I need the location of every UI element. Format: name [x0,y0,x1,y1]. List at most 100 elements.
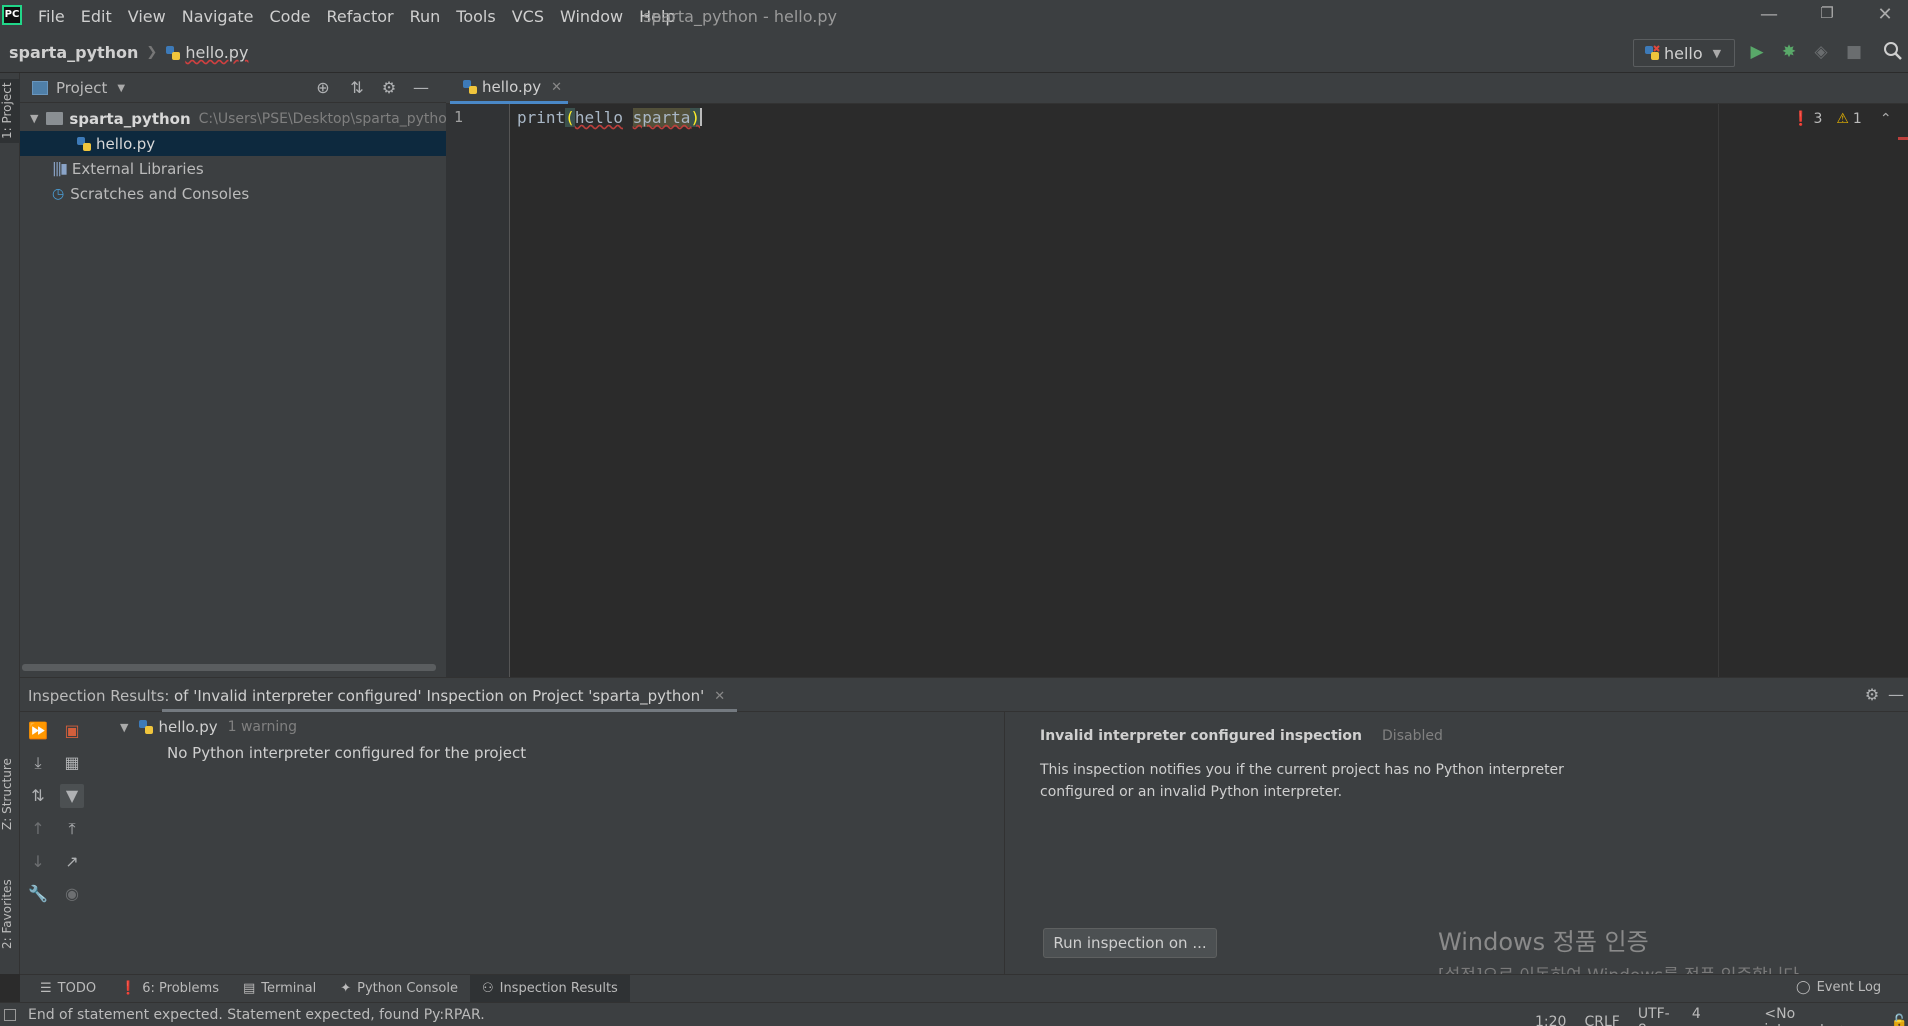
lightbulb-icon[interactable]: ◉ [60,882,84,906]
problems-tab-label: 6: Problems [142,981,219,996]
group-by-icon[interactable]: ▦ [60,751,84,775]
favorites-tool-tab[interactable]: 2: Favorites [0,869,20,959]
stop-icon[interactable]: ■ [1843,42,1865,64]
next-problem-icon[interactable]: ↓ [26,850,50,874]
python-console-tab[interactable]: ✦ Python Console [328,975,470,1003]
folder-icon [46,112,64,125]
menu-tools[interactable]: Tools [456,7,495,26]
chevron-down-icon[interactable]: ▼ [120,721,128,734]
inspection-panel-label: Inspection Results: [28,687,170,705]
terminal-tab[interactable]: ▤ Terminal [231,975,328,1003]
status-message: End of statement expected. Statement exp… [28,1006,485,1023]
project-tool-tab[interactable]: 1: Project [0,79,20,143]
export-icon[interactable]: ⤒ [60,817,84,841]
event-log-icon: ◯ [1796,980,1811,995]
breadcrumb-project[interactable]: sparta_python [9,43,138,62]
editor-tab-hello-py[interactable]: hello.py ✕ [450,73,568,104]
todo-tab[interactable]: ☰ TODO [28,975,108,1003]
inspection-results-bottom-tab[interactable]: ⚇ Inspection Results [469,974,630,1003]
menu-edit[interactable]: Edit [81,7,112,26]
file-encoding[interactable]: UTF-8 [1638,1006,1674,1026]
locate-file-icon[interactable]: ⊕ [311,76,335,100]
gear-icon[interactable]: ⚙ [377,76,401,100]
hide-panel-icon[interactable]: — [1884,683,1908,707]
menu-window[interactable]: Window [560,7,623,26]
status-widgets: 1:20 CRLF UTF-8 4 spaces <No interpreter… [1535,1006,1908,1026]
bottom-tool-tabs: ☰ TODO ❗ 6: Problems ▤ Terminal ✦ Python… [20,974,1908,1003]
run-inspection-button[interactable]: Run inspection on ... [1043,928,1217,958]
project-view-icon [32,81,48,95]
tree-item-label: External Libraries [71,159,204,178]
run-configuration-select[interactable]: hello ▼ [1633,39,1735,67]
editor-area: hello.py ✕ 1 print(hello sparta) ❗ 3 ⚠ 1… [446,73,1908,677]
scratches-icon: ◷ [52,185,65,202]
error-stripe-marker[interactable] [1898,137,1908,140]
tree-item-label: Scratches and Consoles [70,184,250,203]
chevron-down-icon: ▼ [1712,46,1722,60]
expand-all-icon[interactable]: ⤓ [26,751,50,775]
tree-item-project-root[interactable]: ▼ sparta_python C:\Users\PSE\Desktop\spa… [20,106,446,131]
inspection-problem-row[interactable]: No Python interpreter configured for the… [167,744,526,762]
breadcrumb-file[interactable]: hello.py [185,43,248,62]
restore-icon[interactable]: ❐ [1812,4,1842,28]
menu-file[interactable]: File [38,7,65,26]
close-tab-icon[interactable]: ✕ [714,689,725,704]
indent-setting[interactable]: 4 spaces [1692,1006,1747,1026]
warning-icon: ⚠ [1836,111,1849,127]
close-tab-icon[interactable]: ✕ [551,80,562,95]
chevron-down-icon[interactable]: ▼ [30,112,38,125]
open-source-icon[interactable]: ↗ [60,850,84,874]
python-console-icon: ✦ [340,981,352,996]
event-log-tab[interactable]: ◯ Event Log [1796,980,1881,995]
menu-run[interactable]: Run [410,7,441,26]
code-line[interactable]: print(hello sparta) [517,108,703,127]
caret-position[interactable]: 1:20 [1535,1014,1566,1026]
close-window-icon[interactable]: ✕ [1870,4,1900,28]
rerun-icon[interactable]: ⏩ [26,719,50,743]
collapse-all-icon[interactable]: ⇅ [26,784,50,808]
menu-navigate[interactable]: Navigate [182,7,254,26]
project-view-selector[interactable]: Project ▼ [32,79,125,97]
menu-refactor[interactable]: Refactor [326,7,393,26]
hide-panel-icon[interactable]: — [409,76,433,100]
terminal-tab-label: Terminal [261,981,317,996]
inspection-description-header: Invalid interpreter configured inspectio… [1040,728,1443,744]
python-file-icon [166,45,181,60]
search-everywhere-icon[interactable] [1883,41,1905,63]
filter-icon[interactable]: ▼ [60,784,84,808]
previous-highlight-icon[interactable]: ⌃ [1880,111,1892,127]
lock-icon[interactable]: 🔓 [1891,1014,1908,1026]
menu-view[interactable]: View [128,7,166,26]
python-file-icon [77,136,91,151]
stop-inspection-icon[interactable]: ▣ [60,719,84,743]
inspection-results-tab[interactable]: of 'Invalid interpreter configured' Insp… [162,683,738,712]
inspection-tab-label: of 'Invalid interpreter configured' Insp… [174,687,705,705]
watermark-title: Windows 정품 인증 [1438,928,1649,956]
toggle-tool-windows-icon[interactable] [4,1008,16,1021]
menu-code[interactable]: Code [270,7,311,26]
inspection-file-row[interactable]: ▼ hello.py 1 warning [120,718,297,736]
previous-problem-icon[interactable]: ↑ [26,817,50,841]
menu-vcs[interactable]: VCS [512,7,544,26]
structure-tool-tab[interactable]: Z: Structure [0,749,20,839]
problems-tab[interactable]: ❗ 6: Problems [108,975,231,1003]
line-number: 1 [454,108,464,126]
project-panel-title: Project [56,79,108,97]
interpreter-selector[interactable]: <No interpreter> [1764,1006,1872,1026]
inspection-status-badge: Disabled [1382,728,1443,744]
inspection-summary[interactable]: ❗ 3 ⚠ 1 ⌃ ⌄ [1792,111,1908,127]
line-separator[interactable]: CRLF [1584,1014,1619,1026]
python-run-config-icon [1645,45,1660,60]
error-icon: ❗ [1792,111,1810,127]
tree-item-external-libraries[interactable]: |||▮ External Libraries [20,156,446,181]
gear-icon[interactable]: ⚙ [1860,683,1884,707]
horizontal-scrollbar[interactable] [22,664,436,671]
minimize-icon[interactable]: — [1754,4,1784,28]
tree-item-hello-py[interactable]: hello.py [20,131,446,156]
tree-item-scratches[interactable]: ◷ Scratches and Consoles [20,181,446,206]
debug-icon[interactable]: ✸ [1778,42,1800,64]
coverage-icon[interactable]: ◈ [1810,42,1832,64]
collapse-all-icon[interactable]: ⇅ [345,76,369,100]
wrench-icon[interactable]: 🔧 [26,882,50,906]
run-icon[interactable]: ▶ [1746,42,1768,64]
